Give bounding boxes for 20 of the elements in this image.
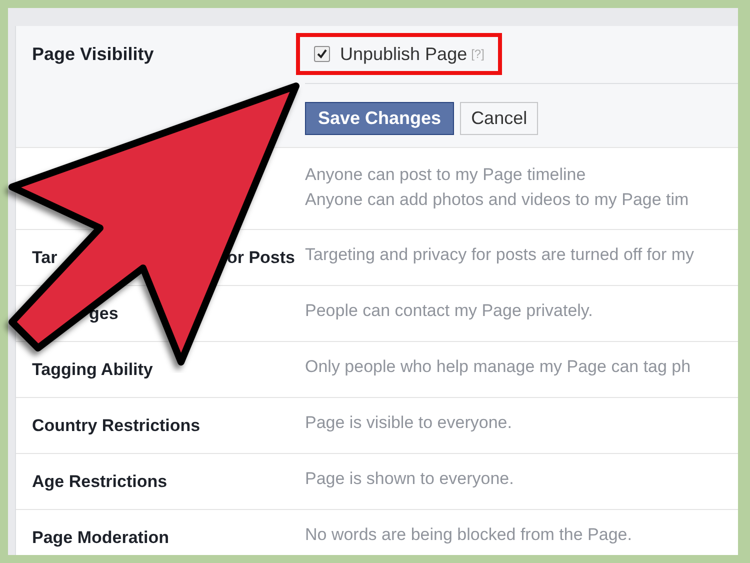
setting-label: or Posts xyxy=(226,247,295,269)
checkbox[interactable] xyxy=(314,46,330,62)
save-button[interactable]: Save Changes xyxy=(305,102,454,135)
setting-value: Page is visible to everyone. xyxy=(305,413,513,433)
setting-value: People can contact my Page privately. xyxy=(305,301,594,321)
setting-value: No words are being blocked from the Page. xyxy=(305,525,633,545)
setting-label: Tar xyxy=(32,247,58,269)
setting-label: Page Moderation xyxy=(32,527,169,549)
setting-value: Anyone can post to my Page timeline xyxy=(305,165,587,185)
setting-label: ges xyxy=(89,303,118,325)
setting-label: Age Restrictions xyxy=(32,471,168,493)
setting-value: Anyone can add photos and videos to my Page tim xyxy=(305,190,690,210)
setting-value: Page is shown to everyone. xyxy=(305,469,515,489)
setting-label: Country Restrictions xyxy=(32,415,200,437)
setting-label: Page Visibility xyxy=(32,44,154,64)
setting-value: Only people who help manage my Page can tag ph xyxy=(305,357,692,377)
setting-label: Tagging Ability xyxy=(32,359,153,381)
cancel-button[interactable]: Cancel xyxy=(460,102,538,135)
setting-value: Targeting and privacy for posts are turned off for my xyxy=(305,245,695,265)
option-label: Unpublish Page xyxy=(340,42,468,66)
